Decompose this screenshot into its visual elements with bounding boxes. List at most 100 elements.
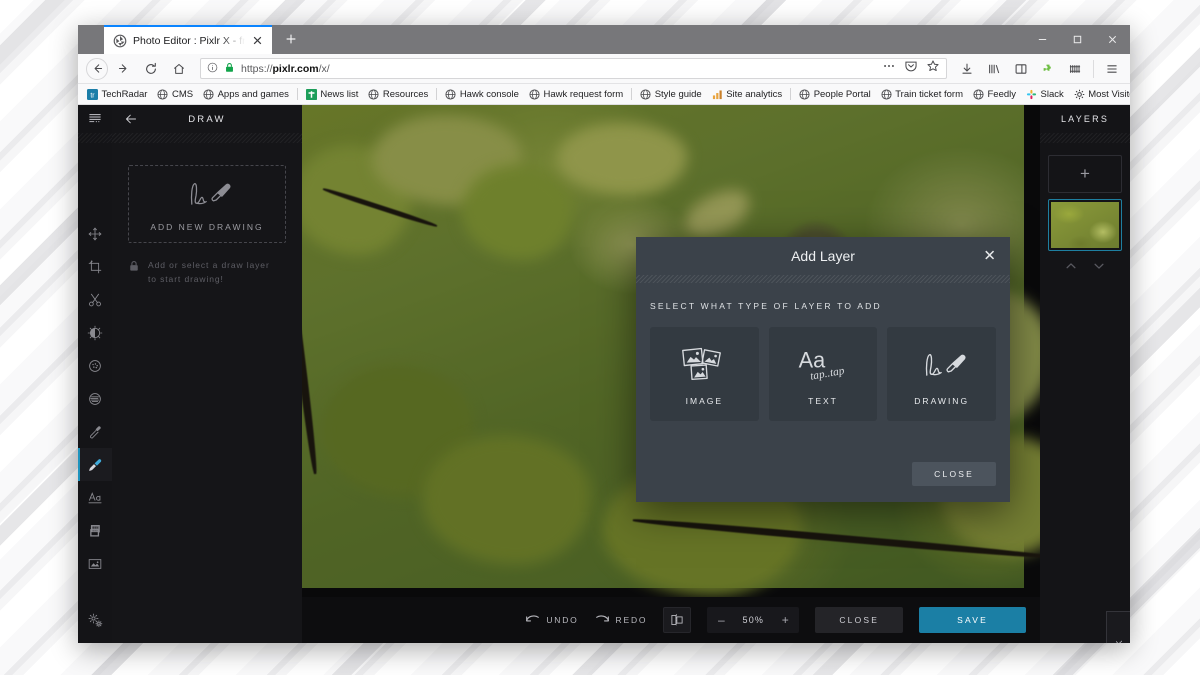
- page-info-icon[interactable]: [207, 60, 218, 78]
- hamburger-menu-icon[interactable]: [1100, 56, 1124, 82]
- arrange-tool[interactable]: [78, 217, 112, 250]
- toolbar-divider: [1093, 59, 1094, 78]
- globe-icon: [368, 88, 379, 100]
- bookmark-separator: [631, 88, 633, 100]
- bookmark-star-icon[interactable]: [926, 59, 940, 78]
- effect-tool[interactable]: [78, 349, 112, 382]
- dialog-title: Add Layer: [791, 248, 855, 264]
- draw-panel: DRAW ADD NEW DRAWING Add or select a dra…: [112, 105, 302, 643]
- bookmark-item[interactable]: News list: [301, 85, 364, 103]
- bookmark-label: Most Visited: [1088, 88, 1130, 100]
- bookmark-label: CMS: [171, 88, 194, 100]
- zoom-in-button[interactable]: +: [775, 608, 795, 632]
- add-image-tool[interactable]: [78, 547, 112, 580]
- bookmark-item[interactable]: tr TechRadar: [82, 85, 152, 103]
- chevron-down-icon[interactable]: [1092, 259, 1106, 278]
- bookmark-item[interactable]: Resources: [363, 85, 433, 103]
- bookmark-item[interactable]: People Portal: [794, 85, 876, 103]
- bookmark-item[interactable]: Slack: [1021, 85, 1069, 103]
- address-bar[interactable]: https://pixlr.com/x/: [200, 58, 947, 79]
- downloads-icon[interactable]: [955, 56, 979, 82]
- text-tool[interactable]: [78, 481, 112, 514]
- photos-stack-icon: [679, 342, 729, 388]
- extension-puzzle-icon[interactable]: [1036, 56, 1060, 82]
- library-icon[interactable]: [982, 56, 1006, 82]
- lock-icon: [224, 60, 235, 78]
- arrow-left-icon[interactable]: [124, 112, 138, 126]
- editor-stage: Add Layer ✕ SELECT WHAT TYPE OF LAYER TO…: [302, 105, 1040, 643]
- bookmark-label: TechRadar: [101, 88, 148, 100]
- chevron-up-icon[interactable]: [1064, 259, 1078, 278]
- reload-icon[interactable]: [138, 56, 164, 82]
- draw-tool[interactable]: [78, 448, 112, 481]
- maximize-button[interactable]: [1060, 25, 1095, 54]
- home-icon[interactable]: [166, 56, 192, 82]
- text-aa-tap-icon: Aa tap..tap: [795, 342, 851, 388]
- layer-type-image-label: IMAGE: [685, 396, 724, 406]
- close-window-button[interactable]: [1095, 25, 1130, 54]
- new-tab-button[interactable]: [278, 26, 304, 52]
- slack-icon: [1026, 89, 1037, 99]
- analytics-icon: [712, 89, 722, 99]
- layers-hatch-divider: [1040, 133, 1130, 143]
- bookmark-item[interactable]: Site analytics: [707, 85, 787, 103]
- bookmark-item[interactable]: Hawk request form: [524, 85, 628, 103]
- globe-icon: [973, 88, 984, 100]
- close-icon[interactable]: ✕: [983, 249, 996, 264]
- retouch-tool[interactable]: [78, 415, 112, 448]
- modal-overlay: Add Layer ✕ SELECT WHAT TYPE OF LAYER TO…: [302, 105, 1040, 597]
- close-icon[interactable]: [251, 34, 265, 48]
- globe-icon: [640, 88, 651, 100]
- draw-panel-header: DRAW: [112, 105, 302, 133]
- adjust-tool[interactable]: [78, 316, 112, 349]
- bookmark-separator: [436, 88, 438, 100]
- containers-icon[interactable]: [1063, 56, 1087, 82]
- dialog-close-button[interactable]: CLOSE: [912, 462, 996, 486]
- zoom-control: – 50% +: [707, 607, 800, 633]
- save-button[interactable]: SAVE: [919, 607, 1026, 633]
- bookmark-item[interactable]: Feedly: [968, 85, 1021, 103]
- bookmark-item[interactable]: Hawk console: [440, 85, 524, 103]
- pocket-icon[interactable]: [904, 59, 918, 78]
- filter-tool[interactable]: [78, 382, 112, 415]
- dialog-footer: CLOSE: [636, 462, 1010, 502]
- back-icon[interactable]: [86, 57, 108, 80]
- bookmark-item[interactable]: Most Visited: [1069, 85, 1130, 103]
- zoom-out-button[interactable]: –: [711, 608, 731, 632]
- redo-button[interactable]: REDO: [595, 613, 648, 627]
- fit-screen-button[interactable]: [663, 607, 692, 633]
- undo-button[interactable]: UNDO: [525, 613, 578, 627]
- bookmarks-bar: tr TechRadar CMS Apps and games News lis…: [78, 84, 1130, 105]
- zoom-value: 50%: [742, 615, 765, 625]
- browser-tab[interactable]: Photo Editor : Pixlr X - free ima: [104, 25, 272, 54]
- add-new-drawing-dropzone[interactable]: ADD NEW DRAWING: [128, 165, 286, 243]
- layer-type-drawing[interactable]: DRAWING: [887, 327, 997, 421]
- bookmark-item[interactable]: Apps and games: [198, 85, 294, 103]
- forward-icon[interactable]: [110, 56, 136, 82]
- layer-type-image[interactable]: IMAGE: [650, 327, 759, 421]
- globe-icon: [157, 88, 168, 100]
- hamburger-icon[interactable]: [78, 105, 112, 133]
- close-button[interactable]: CLOSE: [815, 607, 904, 633]
- cutout-tool[interactable]: [78, 283, 112, 316]
- settings-tool[interactable]: [78, 610, 112, 643]
- layer-type-text[interactable]: Aa tap..tap TEXT: [768, 327, 878, 421]
- layer-item[interactable]: [1048, 199, 1122, 251]
- element-tool[interactable]: [78, 514, 112, 547]
- bookmark-item[interactable]: Style guide: [635, 85, 707, 103]
- sidebar-icon[interactable]: [1009, 56, 1033, 82]
- add-layer-dialog: Add Layer ✕ SELECT WHAT TYPE OF LAYER TO…: [636, 237, 1010, 502]
- minimize-button[interactable]: [1025, 25, 1060, 54]
- layer-thumbnail: [1051, 202, 1119, 248]
- page-actions-icon[interactable]: [882, 59, 896, 78]
- crop-tool[interactable]: [78, 250, 112, 283]
- canvas-area[interactable]: Add Layer ✕ SELECT WHAT TYPE OF LAYER TO…: [302, 105, 1040, 597]
- brush-scribble-icon: [915, 342, 969, 388]
- feedback-tab[interactable]: FEEDBACK: [1106, 611, 1130, 643]
- add-layer-button[interactable]: +: [1048, 155, 1122, 193]
- bookmark-item[interactable]: Train ticket form: [876, 85, 968, 103]
- bookmark-label: Feedly: [987, 88, 1016, 100]
- layer-type-text-label: TEXT: [808, 396, 838, 406]
- layer-type-choices: IMAGE Aa tap..tap TEXT DRAWING: [650, 327, 997, 421]
- bookmark-item[interactable]: CMS: [152, 85, 198, 103]
